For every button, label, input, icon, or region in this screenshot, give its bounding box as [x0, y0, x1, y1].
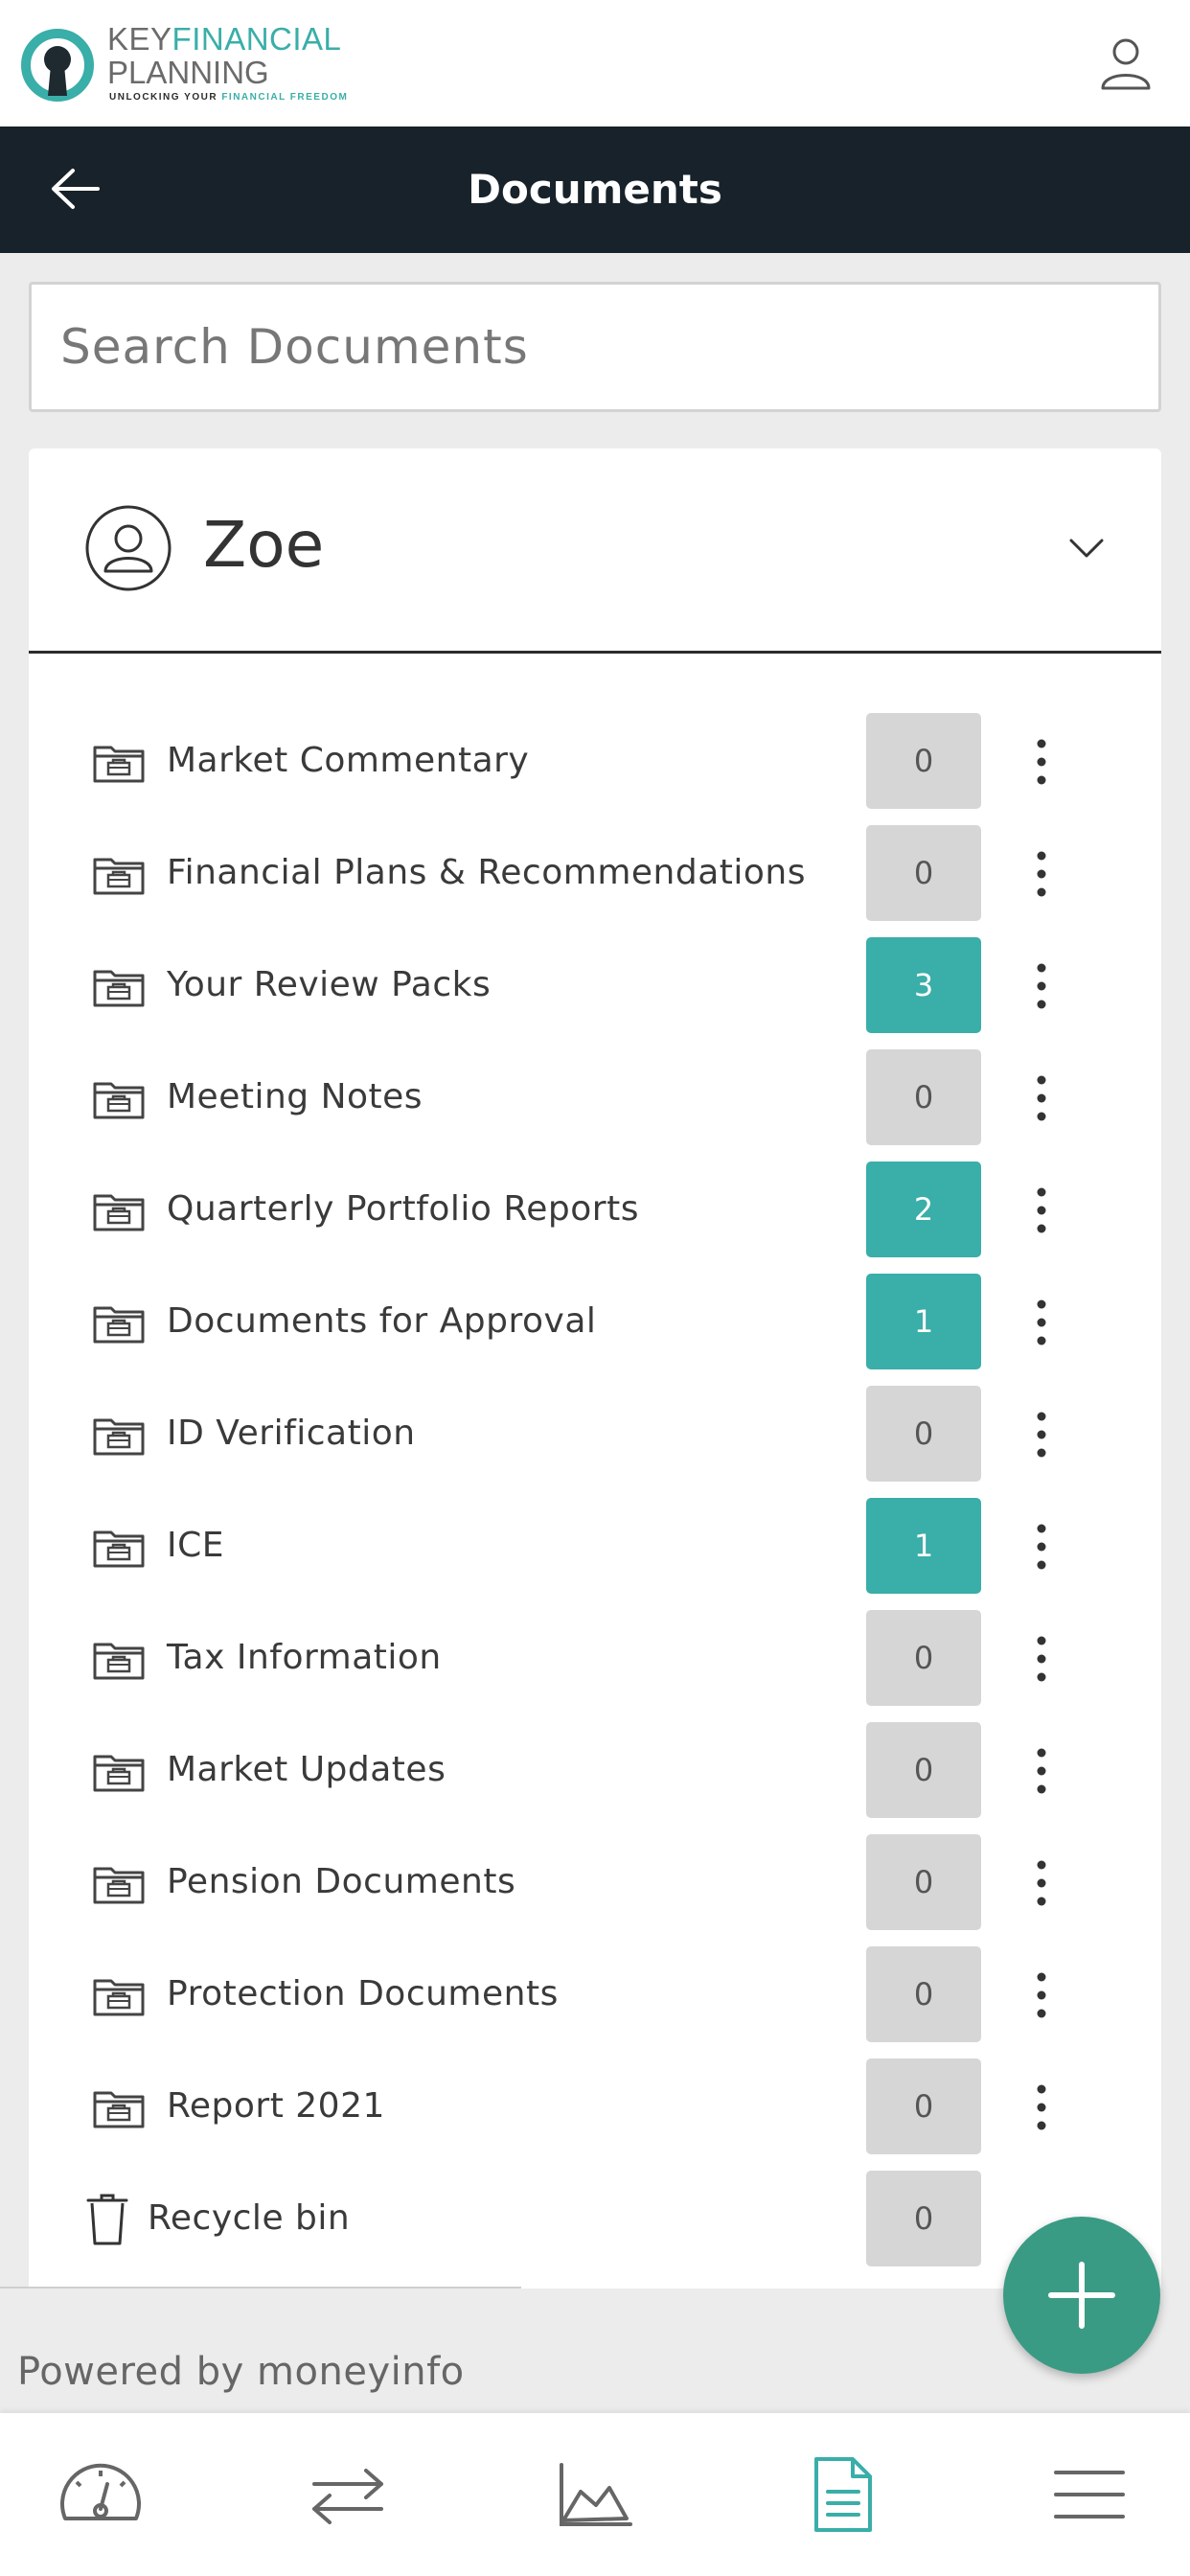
dashboard-gauge-icon	[60, 2463, 141, 2520]
folder-label: Meeting Notes	[167, 1077, 423, 1116]
recycle-bin-label: Recycle bin	[148, 2198, 351, 2238]
document-count-badge: 0	[866, 825, 981, 921]
folder-label: Documents for Approval	[167, 1301, 597, 1341]
more-options-icon[interactable]	[1033, 1186, 1050, 1234]
folder-row[interactable]: Tax Information 0	[29, 1608, 1161, 1708]
more-options-icon[interactable]	[1033, 1635, 1050, 1683]
folder-row[interactable]: ID Verification 0	[29, 1384, 1161, 1484]
plus-icon	[1048, 2262, 1115, 2329]
more-options-icon[interactable]	[1033, 1299, 1050, 1346]
folder-label: Protection Documents	[167, 1974, 559, 2013]
folder-row[interactable]: Financial Plans & Recommendations 0	[29, 823, 1161, 923]
keyhole-logo-icon	[21, 29, 94, 102]
user-avatar-icon	[85, 505, 172, 591]
folder-row[interactable]: ICE 1	[29, 1496, 1161, 1596]
folder-label: ID Verification	[167, 1414, 416, 1453]
folder-icon	[93, 1867, 145, 1904]
brand-logo: KEYFINANCIAL PLANNING UNLOCKING YOUR FIN…	[19, 21, 364, 107]
more-options-icon[interactable]	[1033, 2083, 1050, 2131]
nav-dashboard[interactable]	[48, 2442, 153, 2547]
page-header: Documents	[0, 126, 1190, 253]
folder-label: Report 2021	[167, 2086, 385, 2126]
folder-row[interactable]: Report 2021 0	[29, 2057, 1161, 2156]
client-name: Zoe	[203, 508, 325, 582]
more-options-icon[interactable]	[1033, 1747, 1050, 1795]
folder-label: Quarterly Portfolio Reports	[167, 1189, 639, 1229]
document-count-badge: 3	[866, 937, 981, 1033]
folder-row[interactable]: Documents for Approval 1	[29, 1272, 1161, 1371]
bottom-navigation	[0, 2413, 1190, 2576]
nav-transfers[interactable]	[295, 2442, 400, 2547]
client-documents-card: Zoe Market Commentary 0 Financial Plans & …	[29, 448, 1161, 2288]
client-header[interactable]: Zoe	[29, 448, 1161, 654]
brand-tagline: UNLOCKING YOUR FINANCIAL FREEDOM	[109, 92, 349, 103]
folder-icon	[93, 2091, 145, 2128]
folder-label: ICE	[167, 1526, 224, 1565]
more-options-icon[interactable]	[1033, 738, 1050, 786]
area-chart-icon	[560, 2463, 632, 2526]
more-options-icon[interactable]	[1033, 850, 1050, 898]
folder-label: Your Review Packs	[167, 965, 492, 1004]
more-options-icon[interactable]	[1033, 1523, 1050, 1571]
document-count-badge: 0	[866, 2058, 981, 2154]
add-document-button[interactable]	[1003, 2217, 1160, 2374]
nav-portfolio[interactable]	[542, 2442, 648, 2547]
folder-icon	[93, 1082, 145, 1119]
search-documents-input[interactable]	[29, 282, 1161, 412]
document-count-badge: 0	[866, 713, 981, 809]
folder-icon	[93, 970, 145, 1007]
page-title: Documents	[468, 166, 722, 213]
more-options-icon[interactable]	[1033, 1971, 1050, 2019]
folder-icon	[93, 1979, 145, 2016]
transfer-arrows-icon	[312, 2469, 383, 2524]
folder-label: Market Updates	[167, 1750, 446, 1789]
footer-divider	[0, 2287, 521, 2288]
document-count-badge: 0	[866, 2171, 981, 2266]
folder-row[interactable]: Market Updates 0	[29, 1720, 1161, 1820]
more-options-icon[interactable]	[1033, 1411, 1050, 1459]
folder-row[interactable]: Quarterly Portfolio Reports 2	[29, 1160, 1161, 1259]
chevron-down-icon[interactable]	[1067, 535, 1106, 564]
brand-planning-text: PLANNING	[107, 55, 269, 90]
folder-icon	[93, 746, 145, 783]
folder-row[interactable]: Market Commentary 0	[29, 711, 1161, 811]
folder-label: Tax Information	[167, 1638, 442, 1677]
folder-icon	[93, 858, 145, 895]
document-count-badge: 0	[866, 1722, 981, 1818]
document-icon	[814, 2457, 872, 2532]
document-count-badge: 0	[866, 1610, 981, 1706]
document-count-badge: 0	[866, 1049, 981, 1145]
powered-by-text: Powered by moneyinfo	[17, 2350, 465, 2394]
folder-label: Financial Plans & Recommendations	[167, 853, 806, 892]
trash-icon	[86, 2194, 128, 2245]
document-count-badge: 0	[866, 1946, 981, 2042]
folder-icon	[93, 1643, 145, 1680]
nav-documents[interactable]	[790, 2442, 895, 2547]
brand-bar: KEYFINANCIAL PLANNING UNLOCKING YOUR FIN…	[0, 0, 1190, 126]
more-options-icon[interactable]	[1033, 962, 1050, 1010]
nav-menu[interactable]	[1037, 2442, 1142, 2547]
brand-key-text: KEYFINANCIAL	[107, 21, 342, 57]
document-count-badge: 0	[866, 1386, 981, 1482]
folder-row[interactable]: Meeting Notes 0	[29, 1047, 1161, 1147]
folder-label: Pension Documents	[167, 1862, 516, 1901]
document-count-badge: 2	[866, 1162, 981, 1257]
folder-icon	[93, 1306, 145, 1344]
folder-label: Market Commentary	[167, 741, 530, 780]
menu-icon	[1054, 2471, 1125, 2518]
folder-row[interactable]: Pension Documents 0	[29, 1832, 1161, 1932]
folder-icon	[93, 1755, 145, 1792]
folder-icon	[93, 1194, 145, 1231]
more-options-icon[interactable]	[1033, 1074, 1050, 1122]
document-count-badge: 1	[866, 1498, 981, 1594]
document-count-badge: 0	[866, 1834, 981, 1930]
recycle-bin-row[interactable]: Recycle bin 0	[29, 2169, 1161, 2268]
user-profile-icon[interactable]	[1098, 36, 1154, 92]
folder-icon	[93, 1418, 145, 1456]
folder-row[interactable]: Protection Documents 0	[29, 1944, 1161, 2044]
document-count-badge: 1	[866, 1274, 981, 1369]
folder-row[interactable]: Your Review Packs 3	[29, 935, 1161, 1035]
folder-icon	[93, 1530, 145, 1568]
more-options-icon[interactable]	[1033, 1859, 1050, 1907]
